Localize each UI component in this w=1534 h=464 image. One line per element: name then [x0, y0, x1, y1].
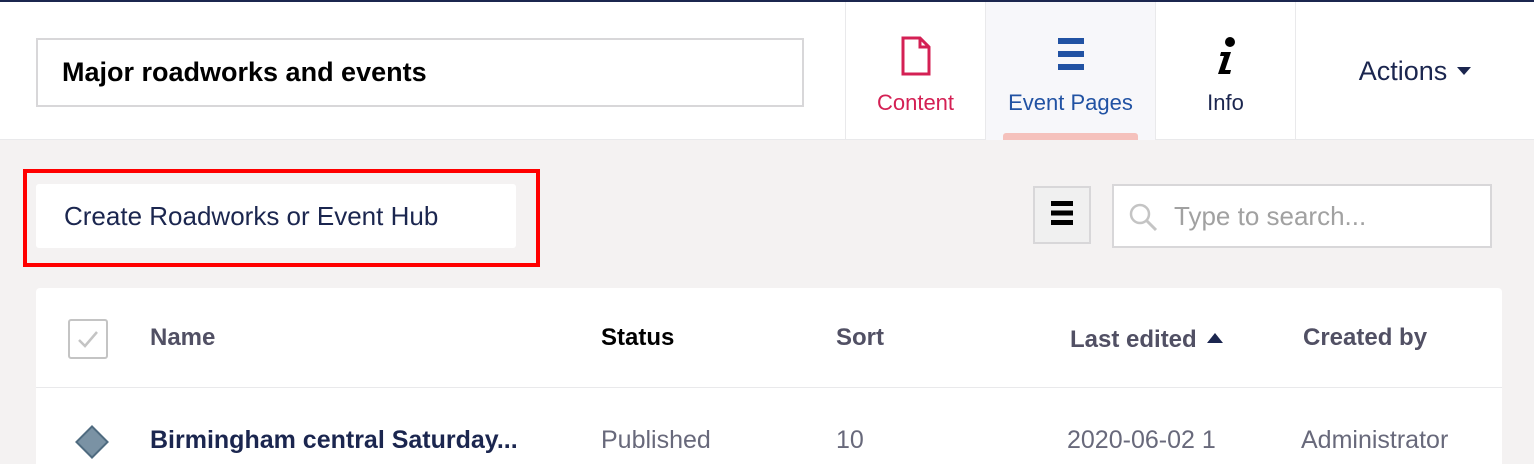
tab-event-pages[interactable]: Event Pages: [985, 2, 1155, 140]
table-header: Name Status Sort Last edited Created by: [36, 288, 1502, 388]
row-last-edited: 2020-06-02 1: [1067, 426, 1216, 454]
tab-content-label: Content: [876, 90, 955, 115]
row-sort: 10: [836, 426, 864, 454]
check-icon: [78, 331, 98, 348]
row-name-link[interactable]: Birmingham central Saturday...: [150, 426, 518, 455]
column-header-last-edited[interactable]: Last edited: [1070, 326, 1223, 354]
create-hub-button[interactable]: Create Roadworks or Event Hub: [36, 184, 516, 248]
caret-down-icon: [1457, 67, 1472, 75]
layout-toggle-button[interactable]: [1033, 186, 1091, 244]
list-view-table: Name Status Sort Last edited Created by …: [36, 288, 1502, 464]
actions-menu-button[interactable]: Actions: [1295, 2, 1534, 140]
node-name-field[interactable]: Major roadworks and events: [36, 38, 804, 107]
document-icon: [846, 36, 985, 76]
tab-event-pages-label: Event Pages: [1008, 90, 1133, 115]
list-layout-icon: [1051, 200, 1073, 231]
diamond-icon: [74, 424, 110, 464]
column-header-created-by[interactable]: Created by: [1303, 324, 1427, 352]
column-header-status[interactable]: Status: [601, 324, 674, 352]
info-icon: [1156, 36, 1295, 76]
active-tab-indicator: [1003, 133, 1138, 140]
search-box[interactable]: [1112, 184, 1492, 248]
row-created-by: Administrator: [1301, 426, 1449, 454]
column-header-sort[interactable]: Sort: [836, 324, 884, 352]
row-status: Published: [601, 426, 711, 454]
tab-info[interactable]: Info: [1155, 2, 1295, 140]
column-header-last-edited-label: Last edited: [1070, 326, 1197, 353]
select-all-checkbox[interactable]: [68, 319, 108, 359]
list-icon: [986, 36, 1155, 76]
create-hub-label: Create Roadworks or Event Hub: [64, 200, 439, 231]
search-input[interactable]: [1174, 196, 1474, 236]
editor-header: Major roadworks and events Content Event…: [0, 2, 1534, 140]
sort-ascending-icon: [1206, 333, 1223, 343]
search-icon: [1128, 202, 1158, 237]
tab-content[interactable]: Content: [845, 2, 985, 140]
actions-label: Actions: [1358, 55, 1448, 86]
tab-info-label: Info: [1207, 90, 1244, 115]
column-header-name[interactable]: Name: [150, 324, 215, 352]
